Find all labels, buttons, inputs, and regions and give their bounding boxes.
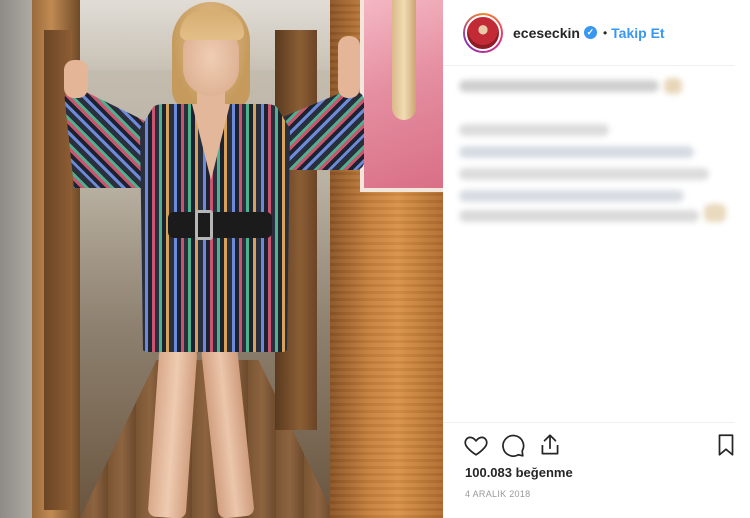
comment-icon[interactable] xyxy=(500,432,526,458)
separator-dot: • xyxy=(602,25,608,40)
post-sidebar: eceseckin ✓ • Takip Et 100.083 beğenme 4… xyxy=(443,0,750,518)
post-date[interactable]: 4 ARALIK 2018 xyxy=(465,489,530,499)
post-header: eceseckin ✓ • Takip Et xyxy=(443,0,735,66)
divider xyxy=(443,422,735,423)
username-link[interactable]: eceseckin xyxy=(513,25,580,41)
person-figure xyxy=(0,0,443,518)
heart-icon[interactable] xyxy=(463,432,489,458)
blurred-caption xyxy=(459,74,729,234)
bookmark-icon[interactable] xyxy=(713,432,739,458)
verified-badge-icon: ✓ xyxy=(583,26,597,39)
avatar[interactable] xyxy=(463,12,503,53)
follow-button[interactable]: Takip Et xyxy=(611,25,664,41)
share-icon[interactable] xyxy=(537,432,563,458)
likes-count[interactable]: 100.083 beğenme xyxy=(465,465,573,480)
post-photo[interactable] xyxy=(0,0,443,518)
belt xyxy=(168,212,272,238)
action-bar xyxy=(463,432,735,460)
